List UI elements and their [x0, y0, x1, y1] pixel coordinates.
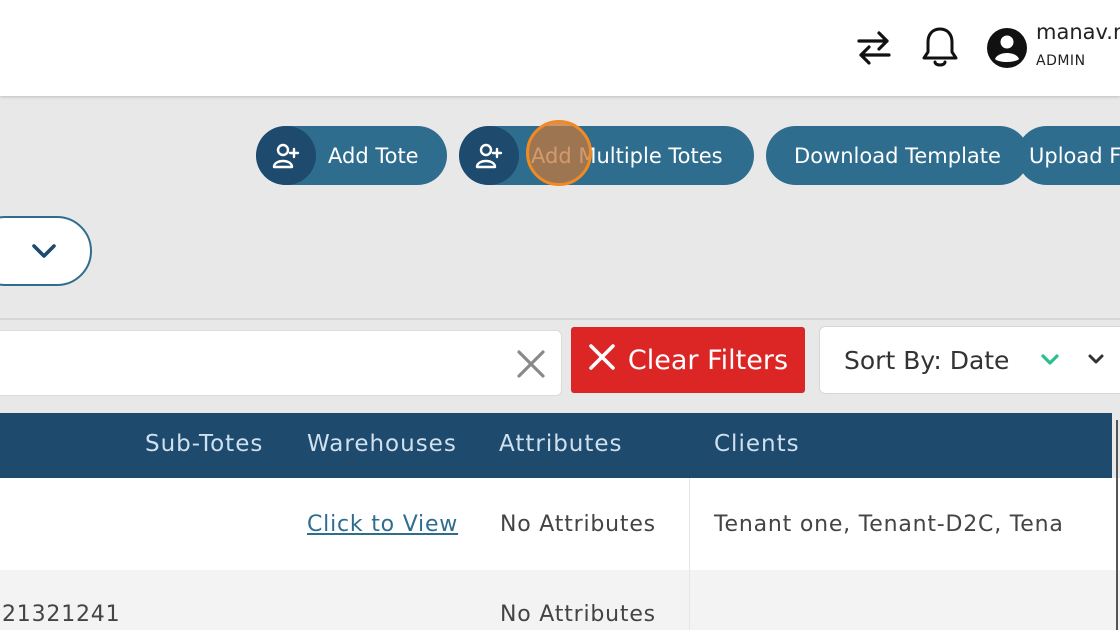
table-header: Sub-Totes Warehouses Attributes Clients [0, 413, 1112, 478]
account-circle-icon[interactable] [986, 27, 1028, 69]
add-tote-label: Add Tote [328, 143, 419, 168]
add-user-icon [256, 126, 316, 185]
chevron-down-icon [30, 240, 58, 266]
add-multiple-totes-button[interactable]: Add Multiple Totes [459, 126, 754, 185]
column-header-clients[interactable]: Clients [714, 431, 800, 457]
column-header-warehouses[interactable]: Warehouses [307, 431, 457, 457]
warehouses-view-link[interactable]: Click to View [307, 512, 458, 537]
column-separator [689, 478, 690, 630]
tote-id-cell: 21321241 [2, 602, 121, 627]
upload-label: Upload F [1029, 143, 1120, 168]
check-icon [1040, 351, 1060, 373]
add-multiple-totes-label: Add Multiple Totes [531, 143, 723, 168]
chevron-down-icon [1086, 352, 1106, 372]
close-icon [588, 343, 616, 378]
download-template-label: Download Template [794, 143, 1001, 168]
clear-search-icon[interactable] [516, 349, 546, 383]
user-name: manav.m [1036, 20, 1120, 44]
table-edge [1116, 420, 1118, 630]
section-divider [0, 318, 1120, 320]
clients-cell: Tenant one, Tenant-D2C, Tena [714, 512, 1064, 537]
download-template-button[interactable]: Download Template [766, 126, 1029, 185]
add-user-icon [459, 126, 519, 185]
column-header-attributes[interactable]: Attributes [499, 431, 623, 457]
top-bar: manav.m ADMIN [0, 0, 1120, 96]
attributes-cell: No Attributes [500, 512, 656, 537]
swap-arrows-icon[interactable] [853, 27, 895, 69]
upload-button[interactable]: Upload F [1017, 126, 1120, 185]
sort-label: Sort By: Date [844, 346, 1010, 375]
add-tote-button[interactable]: Add Tote [256, 126, 447, 185]
clear-filters-label: Clear Filters [627, 344, 789, 376]
column-header-sub-totes[interactable]: Sub-Totes [145, 431, 263, 457]
search-input[interactable] [0, 330, 562, 396]
clear-filters-button[interactable]: Clear Filters [571, 327, 805, 393]
filter-dropdown[interactable] [0, 216, 92, 286]
user-role: ADMIN [1036, 53, 1086, 69]
attributes-cell: No Attributes [500, 602, 656, 627]
bell-icon[interactable] [919, 24, 961, 70]
sort-select[interactable]: Sort By: Date [819, 326, 1120, 394]
